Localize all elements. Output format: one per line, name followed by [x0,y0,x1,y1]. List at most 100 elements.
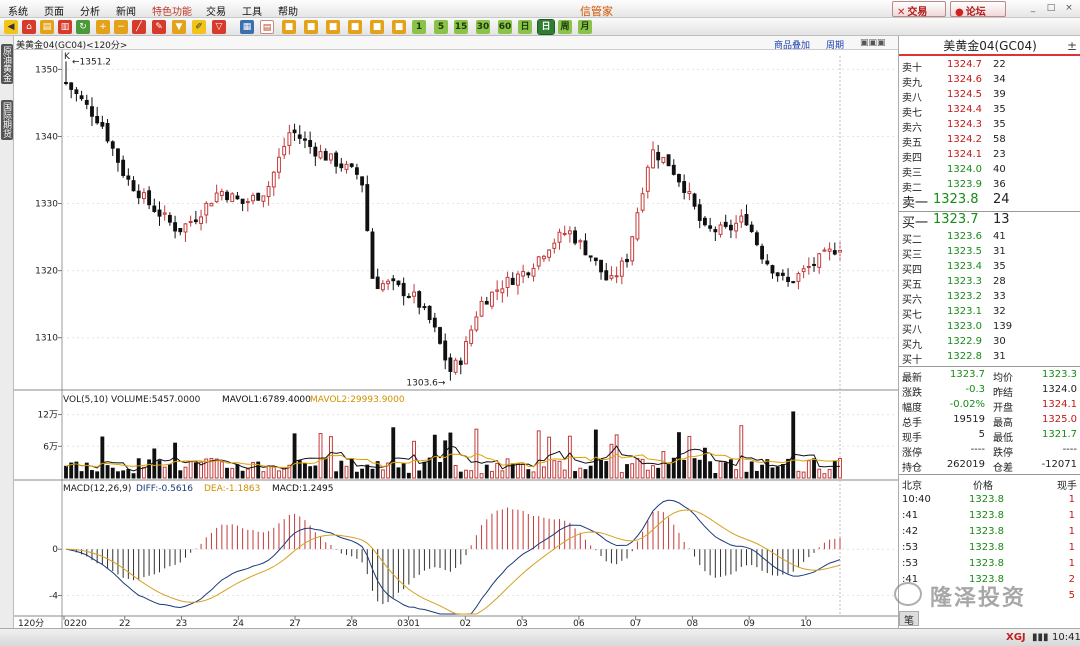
maximize-icon[interactable]: □ [1044,2,1058,15]
menu-page[interactable]: 页面 [44,3,64,18]
bid-row[interactable]: 买二 1323.6 41 [899,230,1080,246]
period-5-button[interactable]: 5 [434,20,448,34]
signal-icon: ▮▮▮ [1032,632,1049,643]
ask-volume: 34 [993,74,1006,85]
refresh-icon[interactable]: ↻ [76,20,90,34]
bid-row[interactable]: 买三 1323.5 31 [899,245,1080,261]
left-side-tabs: 原油黄金 国际期货 [0,36,14,628]
tool-a-icon[interactable]: ■ [282,20,296,34]
pencil-icon[interactable]: ✐ [192,20,206,34]
bid-row[interactable]: 买一 1323.7 13 [899,212,1080,231]
candle-body [682,181,687,193]
layout-icon[interactable]: ▣▣▣ [860,38,886,48]
menu-features[interactable]: 特色功能 [152,3,192,18]
menu-analysis[interactable]: 分析 [80,3,100,18]
menu-trade[interactable]: 交易 [206,3,226,18]
menu-tools[interactable]: 工具 [242,3,262,18]
ask-price: 1324.2 [947,134,982,145]
zoom-out-icon[interactable]: − [114,20,128,34]
menu-system[interactable]: 系统 [8,3,28,18]
period-1-button[interactable]: 1 [412,20,426,34]
table-icon[interactable]: ▤ [260,20,274,34]
close-icon[interactable]: × [1062,2,1076,15]
volume-bar [183,466,188,479]
bid-volume: 31 [993,246,1006,257]
candle-body [640,193,645,211]
candle-body [760,245,765,260]
trade-button[interactable]: ✕ 交易 [892,1,946,18]
tool-f-icon[interactable]: ■ [392,20,406,34]
candle-body [588,255,593,258]
pen-icon[interactable]: ✎ [152,20,166,34]
stat-value: 1323.3 [1042,369,1077,380]
menu-news[interactable]: 新闻 [116,3,136,18]
ask-row[interactable]: 卖五 1324.2 58 [899,133,1080,149]
ask-row[interactable]: 卖一 1323.8 24 [899,192,1080,211]
ask-row[interactable]: 卖八 1324.5 39 [899,88,1080,104]
ask-price: 1324.1 [947,149,982,160]
tool-b-icon[interactable]: ■ [304,20,318,34]
home-icon[interactable]: ⌂ [22,20,36,34]
candle-body [625,258,629,263]
volume-bar [323,458,328,479]
ask-label: 卖一 [902,196,929,211]
ask-row[interactable]: 卖七 1324.4 35 [899,103,1080,119]
candle-body [697,204,702,221]
forum-button[interactable]: ● 论坛 [950,1,1006,18]
candle-body [448,357,453,372]
ask-volume: 58 [993,134,1006,145]
stat-value: -0.3 [965,384,985,395]
tab-intl-futures-label: 国际期货 [1,102,11,138]
ask-label: 卖四 [902,153,922,164]
bid-price: 1322.8 [947,351,982,362]
period-selected-button[interactable]: 日 [537,19,555,35]
period-month-button[interactable]: 月 [578,20,592,34]
period-week-button[interactable]: 周 [558,20,572,34]
menu-help[interactable]: 帮助 [278,3,298,18]
volume-bar [152,448,157,479]
ask-row[interactable]: 卖九 1324.6 34 [899,73,1080,89]
candle-body [406,295,411,298]
tab-intl-futures[interactable]: 国际期货 [1,100,13,140]
tab-oil-gold[interactable]: 原油黄金 [1,44,13,84]
bid-row[interactable]: 买九 1322.9 30 [899,335,1080,351]
ticks-footer-tab[interactable]: 笔 [899,611,919,627]
minimize-icon[interactable]: _ [1026,2,1040,15]
chart-canvas[interactable]: 13501340133013201310K←1351.21303.6→VOL(5… [14,50,898,628]
back-icon[interactable]: ◀ [4,20,18,34]
trade-button-label: 交易 [907,7,928,18]
volume-bar [110,467,115,479]
candle-body [303,138,307,141]
grid-icon[interactable]: ▦ [240,20,254,34]
bid-row[interactable]: 买五 1323.3 28 [899,275,1080,291]
ask-row[interactable]: 卖四 1324.1 23 [899,148,1080,164]
tool-c-icon[interactable]: ■ [326,20,340,34]
draw-line-icon[interactable]: ╱ [132,20,146,34]
folder-icon[interactable]: ▤ [40,20,54,34]
plus-minus-icon[interactable]: ± [1067,36,1077,56]
bid-row[interactable]: 买七 1323.1 32 [899,305,1080,321]
bid-row[interactable]: 买八 1323.0 139 [899,320,1080,336]
ask-row[interactable]: 卖十 1324.7 22 [899,58,1080,74]
bid-row[interactable]: 买六 1323.2 33 [899,290,1080,306]
bid-row[interactable]: 买四 1323.4 35 [899,260,1080,276]
volume-bar [692,458,697,479]
chart-area[interactable]: 美黄金04(GC04)<120分> 商品叠加 周期 ▣▣▣ 1350 1340 13… [14,36,898,628]
ask-row[interactable]: 卖六 1324.3 35 [899,118,1080,134]
candle-body [162,212,167,215]
period-30-button[interactable]: 30 [476,20,490,34]
tool-e-icon[interactable]: ■ [370,20,384,34]
paint-icon[interactable]: ▼ [172,20,186,34]
zoom-in-icon[interactable]: + [96,20,110,34]
candle-body [521,271,526,277]
filter-icon[interactable]: ▽ [212,20,226,34]
book-icon[interactable]: ▥ [58,20,72,34]
period-15-button[interactable]: 15 [454,20,468,34]
ask-row[interactable]: 卖二 1323.9 36 [899,178,1080,194]
ask-row[interactable]: 卖三 1324.0 40 [899,163,1080,179]
period-60-button[interactable]: 60 [498,20,512,34]
period-day-button[interactable]: 日 [518,20,532,34]
bid-row[interactable]: 买十 1322.8 31 [899,350,1080,366]
ask-volume: 23 [993,149,1006,160]
tool-d-icon[interactable]: ■ [348,20,362,34]
